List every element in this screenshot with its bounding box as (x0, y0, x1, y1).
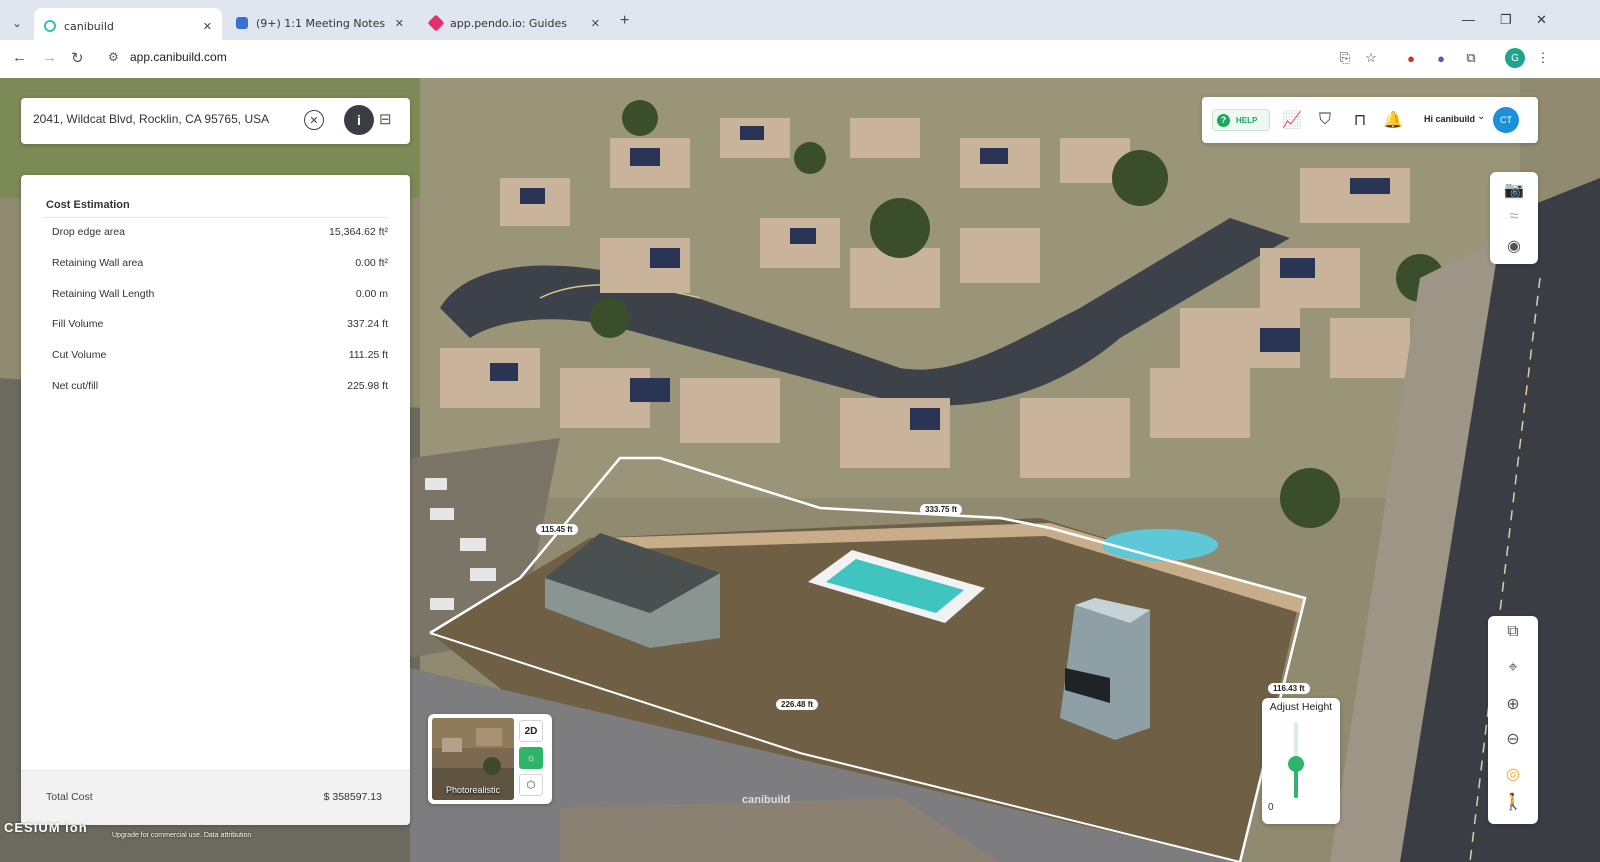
cost-row-label: Retaining Wall Length (52, 288, 155, 300)
map-controls-panel: ⧉ ⌖ ⊕ ⊖ ◎ 🚶 (1488, 616, 1538, 824)
cost-row: Drop edge area 15,364.62 ft² (52, 226, 388, 238)
extensions-puzzle-icon[interactable]: ⧉ (1462, 49, 1480, 67)
height-slider-handle[interactable] (1288, 755, 1304, 772)
locate-crosshair-icon[interactable]: ⌖ (1488, 659, 1538, 677)
zoom-out-icon[interactable]: ⊖ (1488, 729, 1538, 749)
cost-row-label: Net cut/fill (52, 380, 99, 392)
notes-favicon-icon (236, 17, 248, 29)
cost-row-label: Retaining Wall area (52, 257, 144, 269)
cost-row-value: 225.98 ft (347, 380, 388, 392)
compass-icon[interactable]: ◎ (1488, 764, 1538, 784)
user-greeting[interactable]: Hi canibuild (1424, 114, 1475, 124)
dimension-label-top: 333.75 ft (920, 504, 963, 515)
cost-row-label: Fill Volume (52, 318, 104, 330)
cost-row-label: Drop edge area (52, 226, 125, 238)
eye-icon[interactable]: ◉ (1490, 236, 1538, 256)
tab-close-icon[interactable]: ✕ (203, 20, 212, 33)
tab-title: (9+) 1:1 Meeting Notes (256, 16, 386, 30)
water-icon[interactable]: ≈ (1490, 208, 1538, 226)
adjust-height-label: Adjust Height (1269, 701, 1333, 713)
cost-row-value: 0.00 m (355, 288, 388, 300)
install-app-icon[interactable]: ⎘ (1336, 49, 1354, 67)
reload-icon[interactable]: ↻ (71, 49, 84, 67)
chevron-down-icon[interactable]: ⌄ (1477, 111, 1485, 122)
height-slider-min-label: 0 (1268, 802, 1274, 813)
window-close-icon[interactable]: ✕ (1536, 12, 1547, 28)
street-view-person-icon[interactable]: 🚶 (1488, 792, 1538, 812)
total-cost-footer: Total Cost $ 358597.13 (21, 770, 410, 825)
url-field[interactable]: app.canibuild.com (130, 50, 227, 64)
photorealistic-label: Photorealistic (445, 785, 501, 795)
dimension-label-right: 116.43 ft (1268, 683, 1310, 694)
photorealistic-thumbnail[interactable]: Photorealistic (432, 718, 514, 800)
bookmark-icon[interactable]: ⊓ (1349, 109, 1371, 131)
mode-2d-button[interactable]: 2D (519, 720, 543, 742)
address-search-input[interactable] (33, 112, 293, 126)
canibuild-favicon-icon (44, 20, 56, 32)
basket-icon[interactable]: ⊟ (379, 110, 392, 128)
cesium-ion-logo[interactable]: CESIUM ion (4, 820, 88, 835)
cost-estimation-title: Cost Estimation (46, 199, 130, 211)
dimension-label-bottom: 226.48 ft (776, 699, 819, 710)
help-question-icon: ? (1217, 113, 1230, 127)
site-settings-icon[interactable]: ⚙ (108, 50, 119, 64)
tab-search-icon[interactable]: ⌄ (6, 12, 28, 34)
dimension-label-left: 115.45 ft (536, 524, 578, 535)
extension-red-icon[interactable]: ● (1402, 49, 1420, 67)
extension-purple-icon[interactable]: ● (1432, 49, 1450, 67)
cost-row: Retaining Wall area 0.00 ft² (52, 257, 388, 269)
tab-canibuild[interactable]: canibuild ✕ (34, 8, 222, 44)
divider (43, 217, 388, 218)
cost-row: Net cut/fill 225.98 ft (52, 380, 388, 392)
browser-menu-icon[interactable]: ⋮ (1534, 49, 1552, 67)
total-cost-label: Total Cost (46, 791, 93, 803)
help-button[interactable]: ? HELP (1212, 109, 1270, 131)
cost-row-label: Cut Volume (52, 349, 107, 361)
forward-icon[interactable]: → (42, 49, 57, 66)
cesium-attribution-note[interactable]: Upgrade for commercial use. Data attribu… (112, 832, 251, 839)
sun-shadow-icon[interactable]: ☼ (519, 747, 543, 769)
user-avatar[interactable]: CT (1493, 107, 1519, 133)
cube-3d-icon[interactable]: ⬡ (519, 774, 543, 796)
cost-row: Cut Volume 111.25 ft (52, 349, 388, 361)
profile-avatar[interactable]: G (1505, 48, 1525, 68)
tab-title: canibuild (64, 19, 114, 33)
app-top-toolbar: ? HELP 📈 ⛉ ⊓ 🔔 Hi canibuild ⌄ CT (1202, 97, 1538, 143)
tab-close-icon[interactable]: ✕ (395, 17, 404, 30)
bookmark-star-icon[interactable]: ☆ (1362, 49, 1380, 67)
stamp-icon[interactable]: ⛉ (1314, 109, 1336, 131)
tab-close-icon[interactable]: ✕ (591, 17, 600, 30)
cost-row: Fill Volume 337.24 ft (52, 318, 388, 330)
view-tools-panel: 📷 ≈ ◉ (1490, 172, 1538, 264)
clear-search-icon[interactable]: ✕ (304, 110, 324, 130)
restore-icon[interactable]: ❐ (1500, 12, 1512, 28)
tab-pendo-guides[interactable]: app.pendo.io: Guides ✕ (420, 8, 610, 38)
camera-icon[interactable]: 📷 (1490, 180, 1538, 200)
info-icon[interactable]: i (344, 105, 374, 135)
zoom-in-icon[interactable]: ⊕ (1488, 694, 1538, 714)
total-cost-value: $ 358597.13 (323, 791, 382, 803)
notification-bell-icon[interactable]: 🔔 (1382, 109, 1404, 131)
cost-estimation-panel: Cost Estimation Drop edge area 15,364.62… (21, 175, 410, 825)
back-icon[interactable]: ← (12, 49, 27, 66)
map-style-switcher: Photorealistic 2D ☼ ⬡ (428, 714, 552, 804)
analytics-chart-icon[interactable]: 📈 (1281, 109, 1303, 131)
help-label: HELP (1236, 115, 1258, 125)
address-search-box: ✕ i ⊟ (21, 98, 410, 144)
browser-address-bar: ← → ↻ ⚙ app.canibuild.com ⎘ ☆ ● ● ⧉ G ⋮ (0, 40, 1600, 78)
canibuild-watermark: canibuild (742, 794, 791, 806)
cost-row-value: 0.00 ft² (355, 257, 388, 269)
minimize-icon[interactable]: — (1462, 12, 1475, 27)
pendo-favicon-icon (427, 14, 445, 32)
new-tab-icon[interactable]: + (620, 12, 629, 30)
external-link-icon[interactable]: ⧉ (1488, 623, 1538, 641)
tab-title: app.pendo.io: Guides (450, 16, 567, 30)
cost-row-value: 111.25 ft (348, 349, 388, 361)
browser-tab-bar: ⌄ canibuild ✕ (9+) 1:1 Meeting Notes ✕ a… (0, 0, 1600, 44)
cost-row-value: 337.24 ft (347, 318, 388, 330)
adjust-height-control: Adjust Height 0 (1262, 698, 1340, 824)
tab-meeting-notes[interactable]: (9+) 1:1 Meeting Notes ✕ (226, 8, 414, 38)
cost-row: Retaining Wall Length 0.00 m (52, 288, 388, 300)
cost-row-value: 15,364.62 ft² (329, 226, 388, 238)
